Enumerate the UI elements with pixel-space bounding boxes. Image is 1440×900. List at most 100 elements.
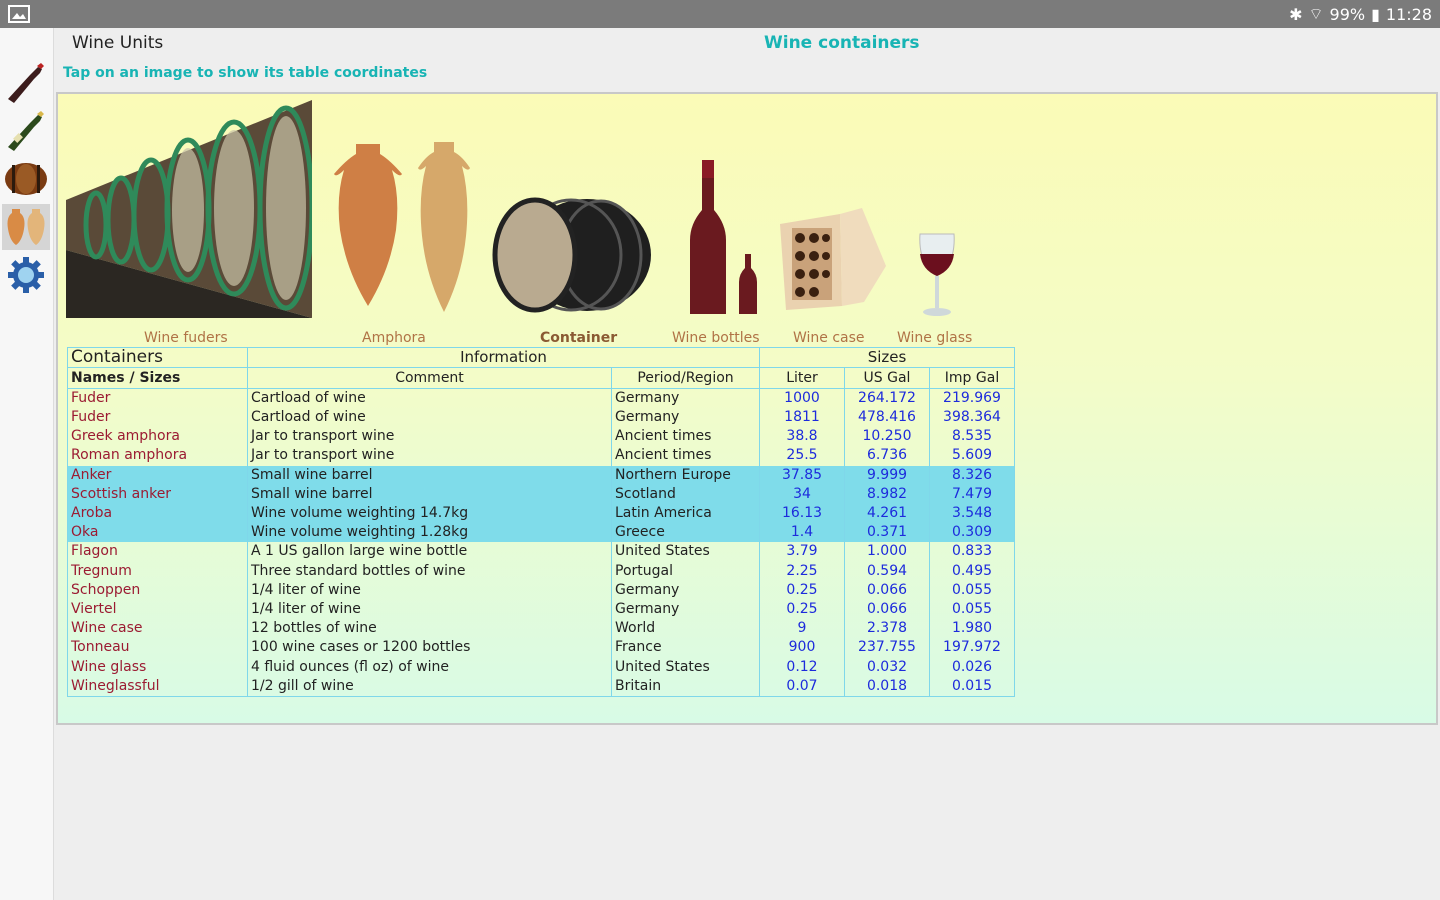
row-region: France (611, 638, 760, 658)
row-impgal: 8.535 (929, 427, 1015, 447)
group-header-sizes: Sizes (759, 347, 1015, 368)
table-row[interactable]: Tregnum Three standard bottles of wine Por… (67, 561, 1015, 581)
hint-text: Tap on an image to show its table coordi… (63, 65, 428, 81)
table-row[interactable]: Wine case 12 bottles of wine World 9 2.378 1.… (67, 619, 1015, 639)
row-impgal: 0.055 (929, 580, 1015, 600)
row-liter: 25.5 (759, 446, 845, 466)
row-usgal: 237.755 (844, 638, 930, 658)
row-impgal: 0.026 (929, 657, 1015, 677)
row-liter: 1000 (759, 388, 845, 408)
row-comment: 100 wine cases or 1200 bottles (247, 638, 612, 658)
row-impgal: 0.833 (929, 542, 1015, 562)
column-header-liter: Liter (759, 367, 845, 389)
row-liter: 0.07 (759, 676, 845, 697)
row-name: Wine case (67, 619, 248, 639)
row-comment: Cartload of wine (247, 388, 612, 408)
row-name: Aroba (67, 503, 248, 524)
row-region: United States (611, 657, 760, 677)
row-name: Tregnum (67, 561, 248, 581)
row-impgal: 5.609 (929, 446, 1015, 466)
table-row[interactable]: Scottish anker Small wine barrel Scotland 3… (67, 484, 1015, 504)
row-usgal: 9.999 (844, 465, 930, 485)
wine-case-image[interactable] (778, 206, 888, 316)
row-region: Germany (611, 599, 760, 620)
row-impgal: 0.055 (929, 599, 1015, 620)
row-region: Scotland (611, 484, 760, 504)
row-usgal: 0.018 (844, 676, 930, 697)
row-liter: 0.25 (759, 580, 845, 600)
table-row[interactable]: Fuder Cartload of wine Germany 1000 264.172 2… (67, 388, 1015, 408)
row-usgal: 0.032 (844, 657, 930, 677)
row-name: Roman amphora (67, 446, 248, 466)
row-region: Latin America (611, 503, 760, 524)
row-region: Portugal (611, 561, 760, 581)
row-comment: 1/2 gill of wine (247, 676, 612, 697)
wine-glass-image[interactable] (916, 232, 958, 322)
row-liter: 2.25 (759, 561, 845, 581)
content-panel: Wine fuders Amphora Container Wine bottl… (56, 92, 1438, 725)
row-region: United States (611, 542, 760, 562)
row-impgal: 8.326 (929, 465, 1015, 485)
amphora-image[interactable] (316, 140, 488, 319)
bluetooth-icon: ✱ (1289, 4, 1303, 24)
sidebar-item-barrel[interactable] (2, 156, 50, 202)
row-liter: 1.4 (759, 523, 845, 543)
row-name: Scottish anker (67, 484, 248, 504)
status-bar: ✱ ⌔ 99% ▮ 11:28 (0, 0, 1440, 28)
row-name: Fuder (67, 408, 248, 428)
table-row[interactable]: Schoppen 1/4 liter of wine Germany 0.25 0.06… (67, 580, 1015, 600)
table-row[interactable]: Greek amphora Jar to transport wine Ancien… (67, 427, 1015, 447)
row-comment: Jar to transport wine (247, 446, 612, 466)
row-name: Tonneau (67, 638, 248, 658)
row-liter: 0.25 (759, 599, 845, 620)
row-liter: 9 (759, 619, 845, 639)
sidebar-item-amphora[interactable] (2, 204, 50, 250)
sidebar-item-settings[interactable] (2, 252, 50, 298)
row-liter: 900 (759, 638, 845, 658)
row-region: Greece (611, 523, 760, 543)
row-region: World (611, 619, 760, 639)
row-region: Ancient times (611, 446, 760, 466)
table-row[interactable]: Oka Wine volume weighting 1.28kg Greece 1.4… (67, 523, 1015, 543)
sidebar-item-red-wine[interactable] (2, 60, 50, 106)
clock: 11:28 (1385, 4, 1432, 24)
row-usgal: 264.172 (844, 388, 930, 408)
wifi-icon: ⌔ (1308, 4, 1324, 23)
row-liter: 34 (759, 484, 845, 504)
row-impgal: 3.548 (929, 503, 1015, 524)
image-strip: Wine fuders Amphora Container Wine bottl… (66, 100, 1016, 346)
sidebar-item-white-wine[interactable] (2, 108, 50, 154)
column-header-impgal: Imp Gal (929, 367, 1015, 389)
row-name: Wine glass (67, 657, 248, 677)
row-name: Schoppen (67, 580, 248, 600)
container-image[interactable] (491, 196, 653, 318)
row-comment: 1/4 liter of wine (247, 580, 612, 600)
table-row[interactable]: Aroba Wine volume weighting 14.7kg Latin A… (67, 503, 1015, 524)
table-row[interactable]: Wineglassful 1/2 gill of wine Britain 0.07 0… (67, 676, 1015, 697)
row-liter: 38.8 (759, 427, 845, 447)
row-usgal: 0.066 (844, 580, 930, 600)
container-label: Container (540, 330, 618, 346)
row-impgal: 1.980 (929, 619, 1015, 639)
table-row[interactable]: Viertel 1/4 liter of wine Germany 0.25 0.066… (67, 599, 1015, 620)
table-row[interactable]: Tonneau 100 wine cases or 1200 bottles Fra… (67, 638, 1015, 658)
row-region: Germany (611, 388, 760, 408)
column-header-usgal: US Gal (844, 367, 930, 389)
row-name: Wineglassful (67, 676, 248, 697)
group-header-containers: Containers (67, 347, 248, 368)
table-row[interactable]: Fuder Cartload of wine Germany 1811 478.416 3… (67, 408, 1015, 428)
row-comment: Small wine barrel (247, 484, 612, 504)
row-usgal: 478.416 (844, 408, 930, 428)
wine-bottles-label: Wine bottles (672, 330, 760, 346)
table-row[interactable]: Flagon A 1 US gallon large wine bottle Uni… (67, 542, 1015, 562)
row-liter: 1811 (759, 408, 845, 428)
row-usgal: 8.982 (844, 484, 930, 504)
row-impgal: 7.479 (929, 484, 1015, 504)
wine-fuders-image[interactable] (66, 100, 315, 322)
table-row[interactable]: Anker Small wine barrel Northern Europe 37.… (67, 465, 1015, 485)
gallery-icon (8, 5, 30, 23)
row-impgal: 0.495 (929, 561, 1015, 581)
wine-bottles-image[interactable] (678, 158, 758, 322)
table-row[interactable]: Wine glass 4 fluid ounces (fl oz) of wine… (67, 657, 1015, 677)
table-row[interactable]: Roman amphora Jar to transport wine Ancien… (67, 446, 1015, 466)
